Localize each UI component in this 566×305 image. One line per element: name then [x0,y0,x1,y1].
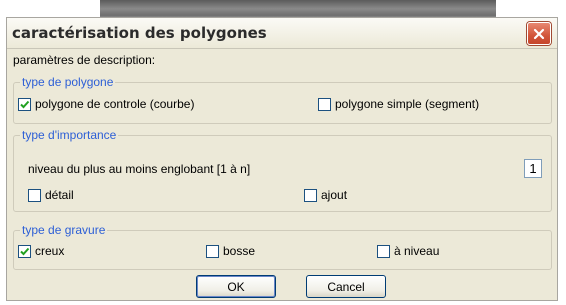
close-button[interactable] [527,22,551,45]
level-label: niveau du plus au moins englobant [1 à n… [28,162,251,176]
importance-type-title: type d'importance [20,128,119,142]
polygon-type-title: type de polygone [20,75,116,89]
engraving-type-title: type de gravure [20,223,108,237]
option-control-polygon[interactable]: polygone de controle (courbe) [18,97,194,111]
option-detail[interactable]: détail [28,188,74,202]
option-a-niveau[interactable]: à niveau [377,244,439,258]
simple-polygon-label: polygone simple (segment) [335,97,480,111]
bosse-label: bosse [223,244,256,258]
check-icon [20,100,30,108]
checkbox-detail[interactable] [28,188,41,202]
checkbox-simple-polygon[interactable] [318,97,331,111]
engraving-type-group: type de gravure creux bosse à niveau [13,223,552,270]
check-icon [20,247,30,255]
creux-label: creux [35,244,65,258]
option-simple-polygon[interactable]: polygone simple (segment) [318,97,479,111]
detail-label: détail [45,188,74,202]
checkbox-ajout[interactable] [304,188,317,202]
importance-type-group: type d'importance niveau du plus au moin… [13,128,552,212]
ok-button[interactable]: OK [196,275,276,298]
close-icon [533,28,545,39]
title-bar[interactable]: caractérisation des polygones [7,18,557,49]
cancel-button[interactable]: Cancel [306,275,386,298]
description-label: paramètres de description: [13,53,156,67]
dialog-title: caractérisation des polygones [12,24,267,42]
level-input[interactable]: 1 [524,159,542,178]
checkbox-bosse[interactable] [206,244,219,258]
control-polygon-label: polygone de controle (courbe) [35,97,195,111]
ajout-label: ajout [321,188,348,202]
option-bosse[interactable]: bosse [206,244,255,258]
dialog-window: caractérisation des polygones paramètres… [6,17,558,301]
checkbox-a-niveau[interactable] [377,244,390,258]
option-ajout[interactable]: ajout [304,188,347,202]
checkbox-creux[interactable] [18,244,31,258]
checkbox-control-polygon[interactable] [18,97,31,111]
polygon-type-group: type de polygone polygone de controle (c… [13,75,552,124]
a-niveau-label: à niveau [394,244,440,258]
option-creux[interactable]: creux [18,244,64,258]
